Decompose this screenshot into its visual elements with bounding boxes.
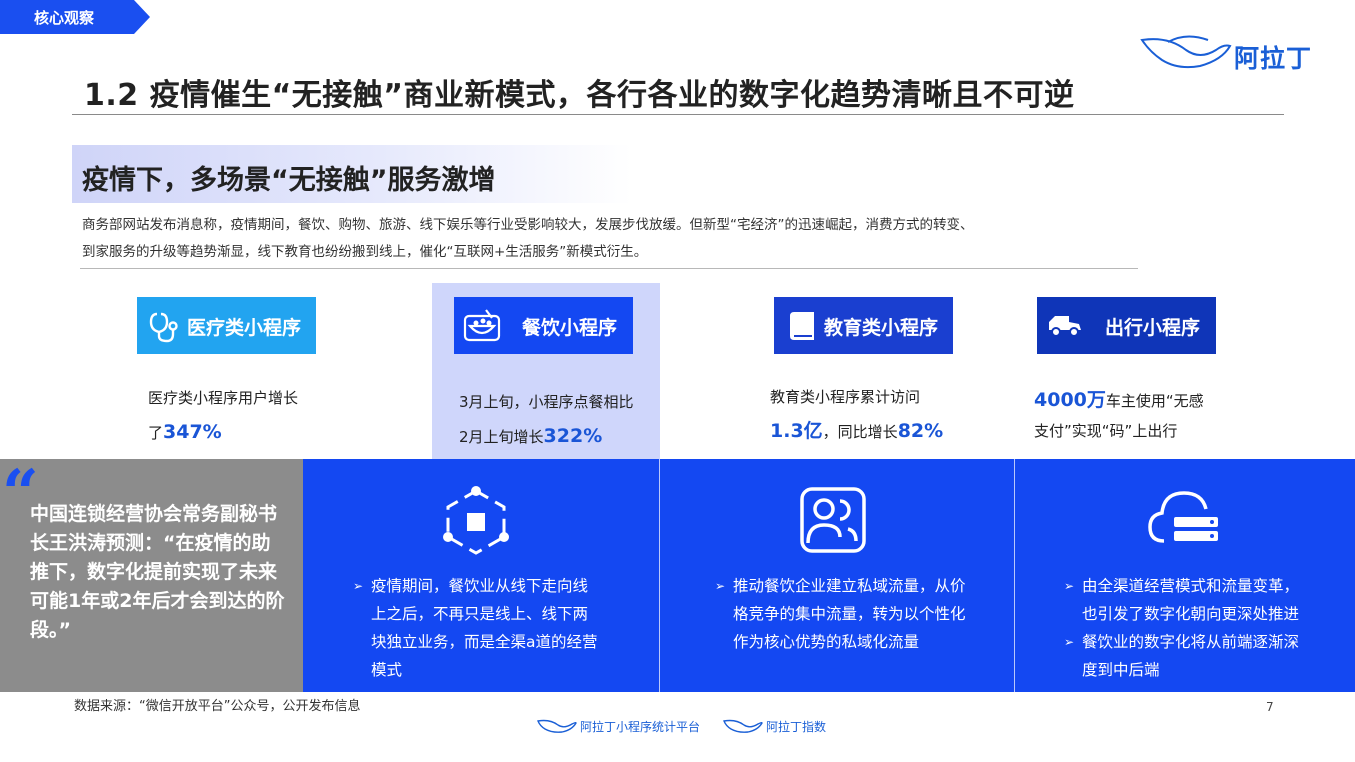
hexagon-network-icon	[443, 486, 509, 555]
stat-education-mid: ，同比增长	[822, 423, 898, 441]
footer-logo-stats: 阿拉丁小程序统计平台	[536, 715, 706, 737]
stat-travel-line2: 支付”实现“码”上出行	[1034, 422, 1178, 440]
brand-logo: 阿拉丁	[1138, 30, 1328, 74]
stat-travel-post: 车主使用“无感	[1105, 392, 1204, 410]
stat-medical-value: 347%	[163, 421, 222, 443]
data-source: 数据来源：“微信开放平台”公众号，公开发布信息	[74, 699, 361, 714]
panel-2-bullets: 推动餐饮企业建立私域流量，从价格竞争的集中流量，转为以个性化作为核心优势的私域化…	[715, 572, 967, 656]
badge-education-label: 教育类小程序	[824, 317, 939, 339]
badge-food-label: 餐饮小程序	[522, 317, 618, 339]
lamp-icon	[1140, 35, 1232, 69]
cloud-server-icon	[1148, 491, 1218, 543]
brand-logo-text: 阿拉丁	[1234, 44, 1313, 73]
book-icon	[790, 312, 814, 340]
food-bowl-icon	[463, 309, 501, 342]
title-divider	[72, 114, 1284, 115]
panel-1-bullet: 疫情期间，餐饮业从线下走向线上之后，不再只是线上、线下两块独立业务，而是全渠a道…	[353, 572, 603, 684]
stat-education: 教育类小程序累计访问 1.3亿，同比增长82%	[770, 380, 943, 449]
stat-food-prefix: 2月上旬增长	[459, 428, 544, 446]
badge-travel: 出行小程序	[1037, 297, 1216, 354]
badge-food: 餐饮小程序	[454, 297, 633, 354]
stat-travel-value: 4000万	[1034, 389, 1106, 411]
stat-medical: 医疗类小程序用户增长 了347%	[148, 381, 298, 450]
panel-divider-2	[1014, 459, 1015, 692]
stethoscope-icon	[149, 312, 178, 343]
footer-logo-index: 阿拉丁指数	[722, 715, 832, 737]
intro-line-1: 商务部网站发布消息称，疫情期间，餐饮、购物、旅游、线下娱乐等行业受影响较大，发展…	[82, 217, 974, 233]
stat-medical-prefix: 了	[148, 424, 164, 442]
subtitle: 疫情下，多场景“无接触”服务激增	[82, 165, 496, 196]
footer-logo-stats-text: 阿拉丁小程序统计平台	[580, 720, 701, 734]
badge-medical-label: 医疗类小程序	[187, 317, 302, 339]
subtitle-band: 疫情下，多场景“无接触”服务激增	[72, 145, 632, 203]
panel-3-bullets: 由全渠道经营模式和流量变革，也引发了数字化朝向更深处推进 餐饮业的数字化将从前端…	[1064, 572, 1314, 684]
stat-travel: 4000万车主使用“无感 支付”实现“码”上出行	[1034, 385, 1204, 446]
lamp-icon	[723, 719, 763, 733]
panel-3-bullet-2: 餐饮业的数字化将从前端逐渐深度到中后端	[1064, 628, 1314, 684]
intro-line-2: 到家服务的升级等趋势渐显，线下教育也纷纷搬到线上，催化“互联网+生活服务”新模式…	[82, 244, 648, 260]
stat-food-line1: 3月上旬，小程序点餐相比	[459, 393, 634, 411]
stat-education-value-b: 82%	[897, 420, 944, 442]
page-number: 7	[1266, 700, 1274, 714]
panel-2-bullet: 推动餐饮企业建立私域流量，从价格竞争的集中流量，转为以个性化作为核心优势的私域化…	[715, 572, 967, 656]
panel-divider-1	[659, 459, 660, 692]
page-title: 1.2 疫情催生“无接触”商业新模式，各行各业的数字化趋势清晰且不可逆	[84, 78, 1075, 113]
footer-logo-index-text: 阿拉丁指数	[766, 720, 827, 734]
lamp-icon	[537, 719, 577, 733]
panel-3-bullet-1: 由全渠道经营模式和流量变革，也引发了数字化朝向更深处推进	[1064, 572, 1314, 628]
quote-text: 中国连锁经营协会常务副秘书长王洪涛预测：“在疫情的助推下，数字化提前实现了未来可…	[30, 503, 285, 641]
stat-travel-line1: 4000万车主使用“无感	[1034, 385, 1204, 416]
intro-paragraph: 商务部网站发布消息称，疫情期间，餐饮、购物、旅游、线下娱乐等行业受影响较大，发展…	[82, 212, 1102, 266]
section-tag: 核心观察	[0, 0, 150, 34]
stat-education-value-a: 1.3亿	[770, 420, 823, 442]
intro-divider	[80, 268, 1138, 269]
panel-1-bullets: 疫情期间，餐饮业从线下走向线上之后，不再只是线上、线下两块独立业务，而是全渠a道…	[353, 572, 603, 684]
stat-food: 3月上旬，小程序点餐相比 2月上旬增长322%	[459, 385, 634, 454]
stat-food-value: 322%	[543, 425, 603, 447]
stat-education-line2: 1.3亿，同比增长82%	[770, 414, 943, 449]
stat-education-line1: 教育类小程序累计访问	[770, 388, 921, 406]
stat-medical-line1: 医疗类小程序用户增长	[148, 389, 299, 407]
badge-medical: 医疗类小程序	[137, 297, 316, 354]
section-tag-label: 核心观察	[34, 9, 95, 27]
stat-medical-line2: 了347%	[148, 415, 298, 450]
stat-food-line2: 2月上旬增长322%	[459, 419, 634, 454]
badge-education: 教育类小程序	[774, 297, 953, 354]
user-group-icon	[800, 487, 866, 553]
badge-travel-label: 出行小程序	[1105, 317, 1201, 339]
car-icon	[1049, 316, 1081, 337]
